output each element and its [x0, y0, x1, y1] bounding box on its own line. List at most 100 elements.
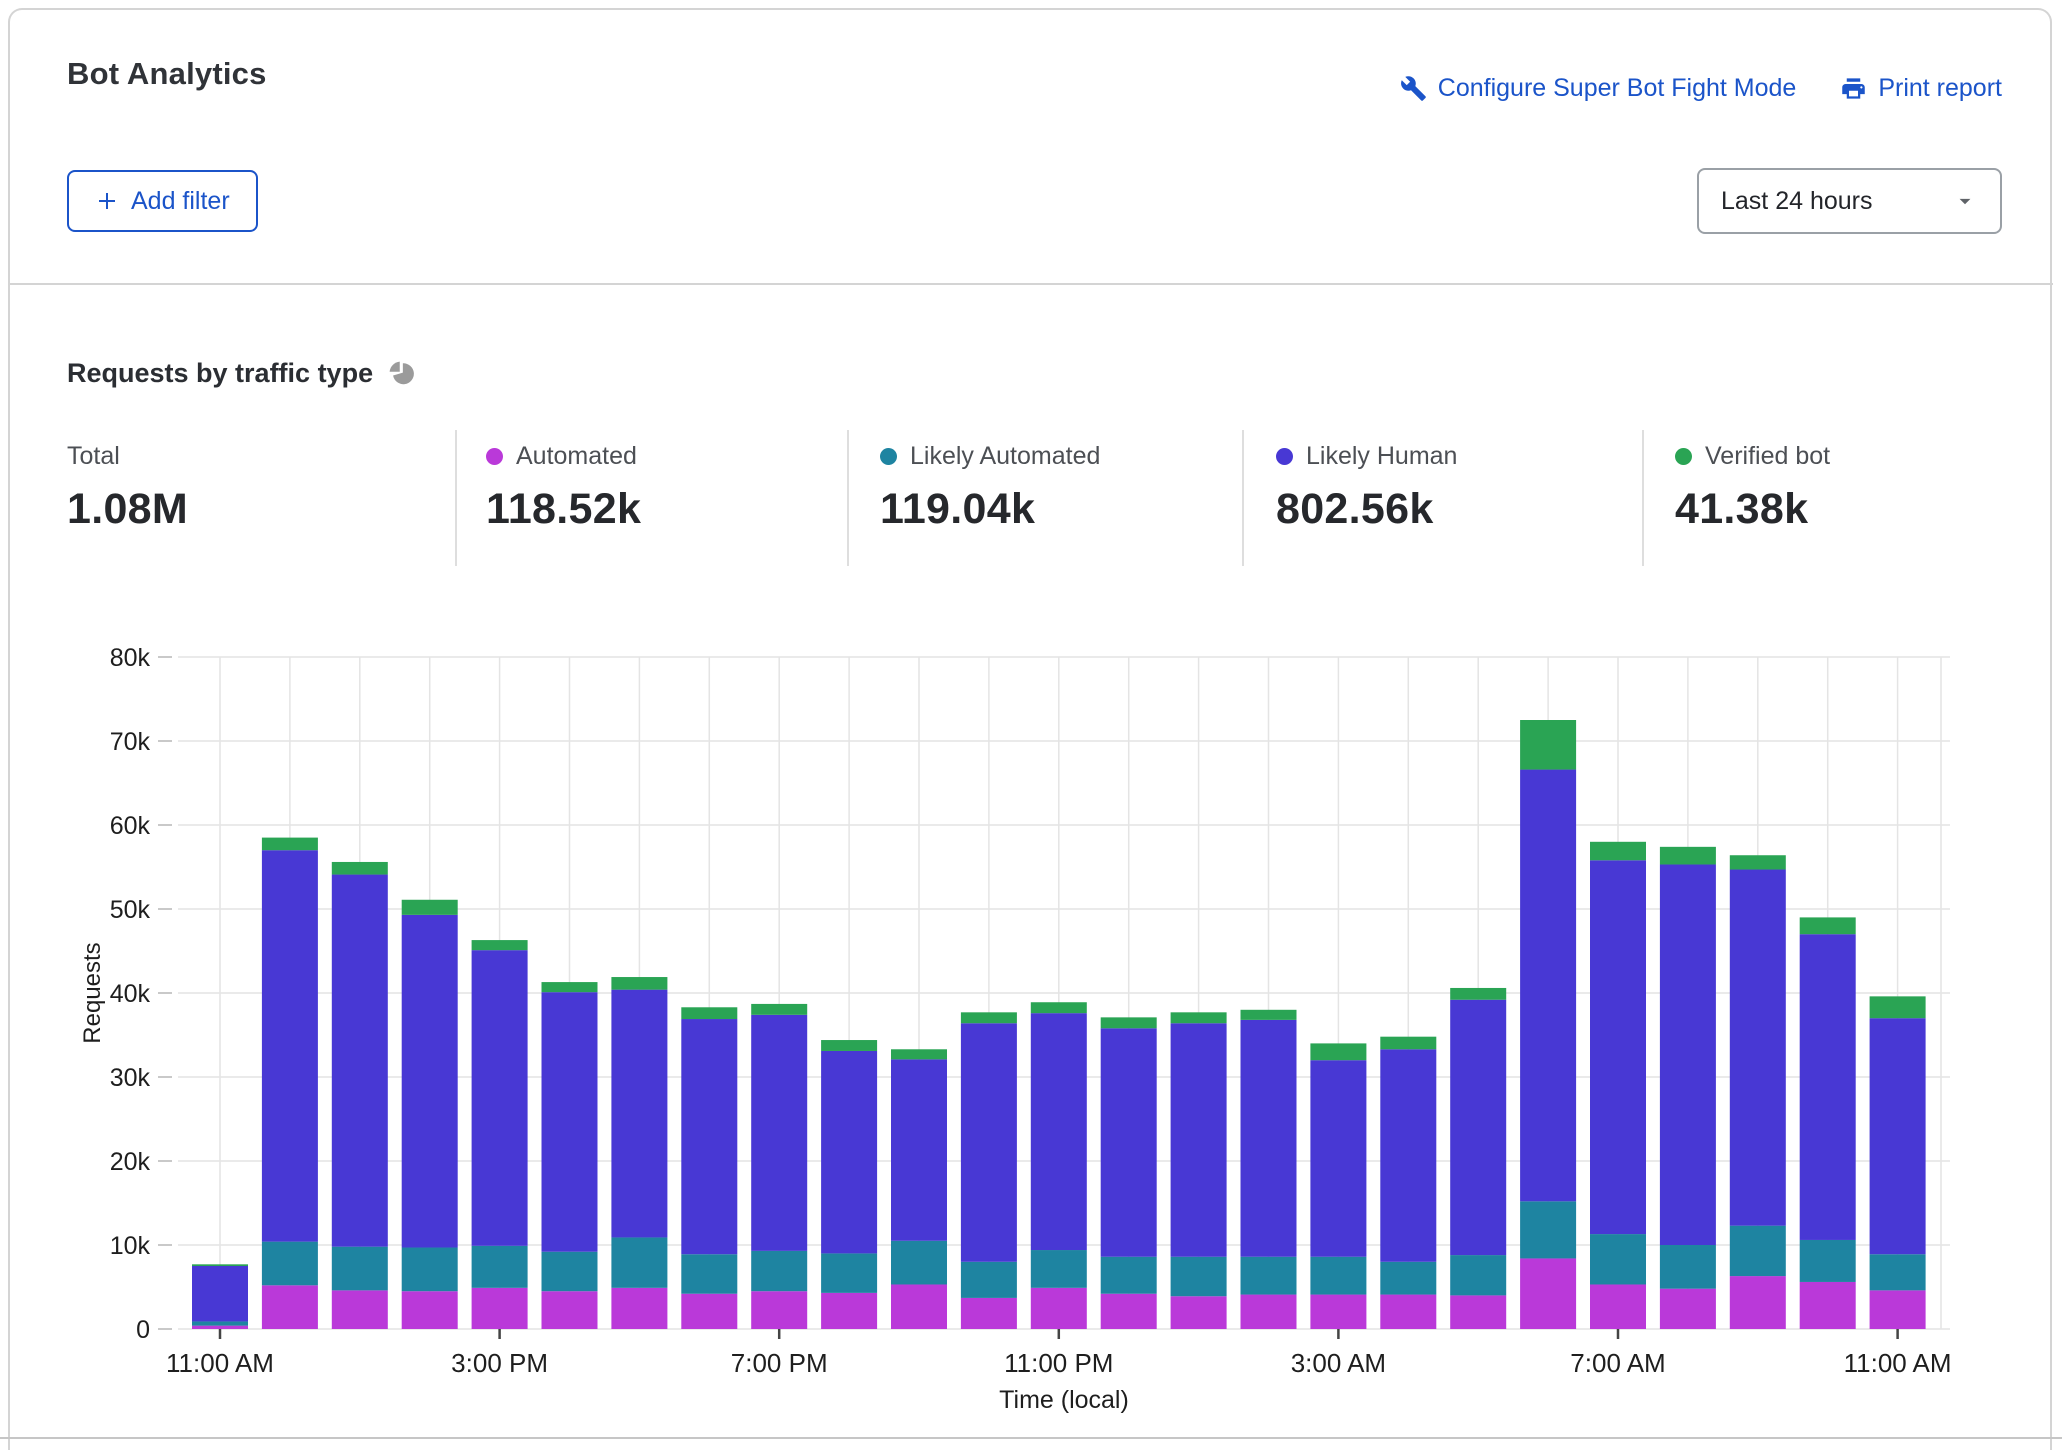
- bar-segment-verified-bot[interactable]: [262, 838, 318, 851]
- print-report-link[interactable]: Print report: [1840, 74, 2002, 103]
- bar-segment-automated[interactable]: [1031, 1288, 1087, 1329]
- bar-segment-likely-human[interactable]: [1380, 1049, 1436, 1262]
- bar-segment-likely-human[interactable]: [472, 950, 528, 1246]
- bar-segment-likely-human[interactable]: [1450, 1000, 1506, 1255]
- bar-segment-verified-bot[interactable]: [681, 1007, 737, 1019]
- bar-segment-likely-automated[interactable]: [262, 1242, 318, 1286]
- bar-segment-verified-bot[interactable]: [1800, 917, 1856, 934]
- bar-segment-automated[interactable]: [1310, 1295, 1366, 1329]
- bar-segment-likely-human[interactable]: [1101, 1028, 1157, 1256]
- bar-segment-automated[interactable]: [1870, 1290, 1926, 1329]
- bar-segment-likely-human[interactable]: [1870, 1018, 1926, 1254]
- bar-segment-automated[interactable]: [192, 1326, 248, 1329]
- bar-segment-verified-bot[interactable]: [1870, 996, 1926, 1018]
- bar-segment-verified-bot[interactable]: [542, 982, 598, 992]
- bar-segment-likely-human[interactable]: [1520, 770, 1576, 1202]
- stat-likely-human[interactable]: Likely Human 802.56k: [1276, 442, 1457, 534]
- stat-verified-bot[interactable]: Verified bot 41.38k: [1675, 442, 1830, 534]
- bar-segment-likely-human[interactable]: [891, 1059, 947, 1240]
- bar-segment-likely-automated[interactable]: [681, 1254, 737, 1293]
- bar-segment-automated[interactable]: [472, 1288, 528, 1329]
- bar-segment-likely-automated[interactable]: [1450, 1255, 1506, 1295]
- bar-segment-likely-automated[interactable]: [1031, 1250, 1087, 1288]
- bar-segment-likely-human[interactable]: [262, 850, 318, 1241]
- bar-segment-likely-automated[interactable]: [821, 1253, 877, 1292]
- bar-segment-verified-bot[interactable]: [821, 1040, 877, 1051]
- bar-segment-verified-bot[interactable]: [1520, 720, 1576, 770]
- bar-segment-verified-bot[interactable]: [1310, 1043, 1366, 1060]
- bar-segment-automated[interactable]: [961, 1298, 1017, 1329]
- stat-automated[interactable]: Automated 118.52k: [486, 442, 641, 534]
- bar-segment-verified-bot[interactable]: [472, 940, 528, 950]
- bar-segment-likely-human[interactable]: [1660, 864, 1716, 1245]
- bar-segment-automated[interactable]: [262, 1285, 318, 1329]
- bar-segment-automated[interactable]: [1520, 1258, 1576, 1329]
- bar-segment-likely-human[interactable]: [1310, 1060, 1366, 1257]
- bar-segment-verified-bot[interactable]: [1241, 1010, 1297, 1020]
- add-filter-button[interactable]: Add filter: [67, 170, 258, 232]
- bar-segment-verified-bot[interactable]: [402, 900, 458, 915]
- bar-segment-automated[interactable]: [1730, 1276, 1786, 1329]
- bar-segment-likely-automated[interactable]: [1310, 1257, 1366, 1295]
- bar-segment-automated[interactable]: [1450, 1295, 1506, 1329]
- bar-segment-likely-human[interactable]: [542, 992, 598, 1252]
- bar-segment-likely-automated[interactable]: [961, 1262, 1017, 1298]
- bar-segment-likely-human[interactable]: [821, 1051, 877, 1253]
- bar-segment-verified-bot[interactable]: [1380, 1037, 1436, 1050]
- bar-segment-likely-human[interactable]: [1031, 1013, 1087, 1250]
- bar-segment-likely-automated[interactable]: [1800, 1240, 1856, 1282]
- bar-segment-likely-automated[interactable]: [1520, 1201, 1576, 1258]
- bar-segment-likely-automated[interactable]: [751, 1251, 807, 1291]
- bar-segment-likely-automated[interactable]: [891, 1241, 947, 1285]
- bar-segment-likely-human[interactable]: [751, 1015, 807, 1251]
- time-range-select[interactable]: Last 24 hours: [1697, 168, 2002, 234]
- bar-segment-verified-bot[interactable]: [611, 977, 667, 990]
- bar-segment-automated[interactable]: [611, 1288, 667, 1329]
- bar-segment-automated[interactable]: [681, 1294, 737, 1329]
- bar-segment-verified-bot[interactable]: [1730, 855, 1786, 869]
- bar-segment-likely-human[interactable]: [1590, 860, 1646, 1234]
- bar-segment-likely-human[interactable]: [961, 1023, 1017, 1262]
- bar-segment-automated[interactable]: [1171, 1296, 1227, 1329]
- bar-segment-automated[interactable]: [821, 1293, 877, 1329]
- bar-segment-verified-bot[interactable]: [1101, 1017, 1157, 1028]
- stat-likely-automated[interactable]: Likely Automated 119.04k: [880, 442, 1100, 534]
- bar-segment-likely-human[interactable]: [611, 990, 667, 1238]
- bar-segment-verified-bot[interactable]: [1171, 1012, 1227, 1023]
- bar-segment-automated[interactable]: [891, 1284, 947, 1329]
- bar-segment-likely-automated[interactable]: [1870, 1254, 1926, 1290]
- bar-segment-verified-bot[interactable]: [751, 1004, 807, 1015]
- bar-segment-automated[interactable]: [332, 1290, 388, 1329]
- bar-segment-likely-automated[interactable]: [332, 1247, 388, 1291]
- bar-segment-automated[interactable]: [1660, 1289, 1716, 1329]
- bar-segment-automated[interactable]: [542, 1291, 598, 1329]
- bar-segment-automated[interactable]: [1101, 1294, 1157, 1329]
- bar-segment-likely-automated[interactable]: [1101, 1257, 1157, 1294]
- bar-segment-verified-bot[interactable]: [332, 862, 388, 875]
- bar-segment-likely-human[interactable]: [1730, 870, 1786, 1226]
- bar-segment-automated[interactable]: [1800, 1282, 1856, 1329]
- bar-segment-verified-bot[interactable]: [1031, 1002, 1087, 1013]
- pie-chart-icon[interactable]: [387, 359, 417, 389]
- bar-segment-likely-automated[interactable]: [1241, 1257, 1297, 1295]
- bar-segment-verified-bot[interactable]: [891, 1049, 947, 1059]
- bar-segment-likely-human[interactable]: [1241, 1020, 1297, 1257]
- bar-segment-automated[interactable]: [402, 1291, 458, 1329]
- bar-segment-likely-human[interactable]: [1171, 1023, 1227, 1257]
- bar-segment-verified-bot[interactable]: [961, 1012, 1017, 1023]
- configure-super-bot-fight-mode-link[interactable]: Configure Super Bot Fight Mode: [1400, 74, 1797, 103]
- bar-segment-likely-automated[interactable]: [1380, 1262, 1436, 1295]
- bar-segment-likely-automated[interactable]: [1730, 1226, 1786, 1276]
- bar-segment-likely-human[interactable]: [681, 1019, 737, 1254]
- bar-segment-likely-human[interactable]: [402, 915, 458, 1248]
- bar-segment-likely-automated[interactable]: [192, 1321, 248, 1325]
- bar-segment-likely-automated[interactable]: [611, 1237, 667, 1287]
- bar-segment-automated[interactable]: [1241, 1295, 1297, 1329]
- bar-segment-likely-automated[interactable]: [1660, 1245, 1716, 1289]
- bar-segment-verified-bot[interactable]: [1450, 988, 1506, 1000]
- bar-segment-likely-human[interactable]: [332, 875, 388, 1247]
- bar-segment-verified-bot[interactable]: [192, 1264, 248, 1266]
- bar-segment-likely-automated[interactable]: [472, 1246, 528, 1288]
- bar-segment-likely-human[interactable]: [1800, 934, 1856, 1240]
- bar-segment-automated[interactable]: [1590, 1284, 1646, 1329]
